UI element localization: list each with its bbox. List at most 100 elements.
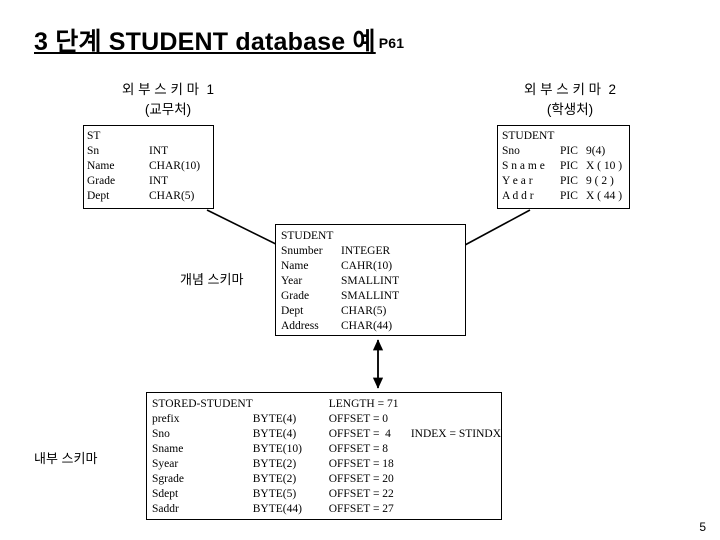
internal-field-type: BYTE(4) bbox=[252, 428, 297, 440]
ext2-field-keyword: PIC bbox=[560, 145, 578, 157]
table-row: Syear BYTE(2) OFFSET = 18 bbox=[152, 457, 501, 472]
table-row: STUDENT bbox=[502, 129, 622, 144]
internal-field-type: BYTE(2) bbox=[252, 458, 297, 470]
table-row: ST bbox=[87, 129, 200, 144]
internal-field-extra bbox=[411, 457, 501, 472]
ext2-field-type: 9(4) bbox=[586, 145, 606, 157]
ext1-field-name: Dept bbox=[87, 190, 110, 202]
internal-field-extra bbox=[411, 442, 501, 457]
ext2-field-name: Sno bbox=[502, 145, 520, 157]
ext1-field-name: Sn bbox=[87, 145, 100, 157]
internal-schema-table: STORED-STUDENT LENGTH = 71 prefix BYTE(4… bbox=[152, 397, 501, 517]
ext2-title: STUDENT bbox=[502, 130, 555, 142]
internal-field-name: Sdept bbox=[152, 488, 179, 500]
internal-field-name: Saddr bbox=[152, 503, 179, 515]
table-row: Sno BYTE(4) OFFSET = 4 INDEX = STINDX bbox=[152, 427, 501, 442]
ext2-field-type: X ( 10 ) bbox=[586, 160, 623, 172]
internal-field-extra bbox=[411, 502, 501, 517]
concept-field-name: Year bbox=[281, 275, 303, 287]
table-row: Sname BYTE(10) OFFSET = 8 bbox=[152, 442, 501, 457]
concept-field-type: SMALLINT bbox=[341, 275, 400, 287]
internal-field-offset: OFFSET = 27 bbox=[328, 503, 394, 515]
page-number: 5 bbox=[699, 520, 706, 534]
concept-field-name: Snumber bbox=[281, 245, 323, 257]
table-row: STUDENT bbox=[281, 229, 399, 244]
internal-field-extra bbox=[411, 487, 501, 502]
ext2-field-type: 9 ( 2 ) bbox=[586, 175, 614, 187]
internal-field-offset: OFFSET = 18 bbox=[328, 458, 394, 470]
table-row: Name CAHR(10) bbox=[281, 259, 399, 274]
internal-field-type: BYTE(5) bbox=[252, 488, 297, 500]
ext2-field-keyword: PIC bbox=[560, 175, 578, 187]
ext1-field-type: CHAR(10) bbox=[149, 160, 201, 172]
table-row: STORED-STUDENT LENGTH = 71 bbox=[152, 397, 501, 412]
concept-field-name: Dept bbox=[281, 305, 304, 317]
internal-field-name: Sgrade bbox=[152, 473, 184, 485]
internal-field-offset: OFFSET = 20 bbox=[328, 473, 394, 485]
ext2-field-name: S n a m e bbox=[502, 160, 545, 172]
table-row: Grade INT bbox=[87, 174, 200, 189]
concept-title: STUDENT bbox=[281, 230, 334, 242]
internal-field-offset: OFFSET = 8 bbox=[328, 443, 389, 455]
ext2-field-keyword: PIC bbox=[560, 190, 578, 202]
table-row: Sn INT bbox=[87, 144, 200, 159]
table-row: Sno PIC 9(4) bbox=[502, 144, 622, 159]
internal-title-right: LENGTH = 71 bbox=[328, 398, 399, 410]
table-row: Address CHAR(44) bbox=[281, 319, 399, 334]
table-row: Snumber INTEGER bbox=[281, 244, 399, 259]
ext2-field-name: Y e a r bbox=[502, 175, 533, 187]
concept-field-name: Name bbox=[281, 260, 309, 272]
conceptual-schema-box: STUDENT Snumber INTEGER Name CAHR(10) Ye… bbox=[275, 224, 466, 336]
ext1-title: ST bbox=[87, 130, 101, 142]
table-row: Sdept BYTE(5) OFFSET = 22 bbox=[152, 487, 501, 502]
internal-field-name: Sno bbox=[152, 428, 170, 440]
table-row: A d d r PIC X ( 44 ) bbox=[502, 189, 622, 204]
ext2-field-name: A d d r bbox=[502, 190, 534, 202]
page-title-main: 3 단계 STUDENT database 예 bbox=[34, 28, 376, 56]
internal-field-type: BYTE(2) bbox=[252, 473, 297, 485]
external-schema-1-box: ST Sn INT Name CHAR(10) Grade INT Dept C… bbox=[83, 125, 214, 209]
internal-title: STORED-STUDENT bbox=[152, 398, 253, 410]
table-row: Sgrade BYTE(2) OFFSET = 20 bbox=[152, 472, 501, 487]
conceptual-schema-label: 개념 스키마 bbox=[180, 272, 244, 287]
ext1-field-type: INT bbox=[149, 175, 169, 187]
table-row: Dept CHAR(5) bbox=[87, 189, 200, 204]
table-row: Grade SMALLINT bbox=[281, 289, 399, 304]
internal-schema-label: 내부 스키마 bbox=[34, 451, 98, 466]
ext1-field-name: Name bbox=[87, 160, 115, 172]
internal-field-extra bbox=[411, 412, 501, 427]
internal-schema-box: STORED-STUDENT LENGTH = 71 prefix BYTE(4… bbox=[146, 392, 502, 520]
ext2-field-type: X ( 44 ) bbox=[586, 190, 623, 202]
concept-field-name: Address bbox=[281, 320, 319, 332]
concept-field-type: CHAR(44) bbox=[341, 320, 393, 332]
ext1-field-type: CHAR(5) bbox=[149, 190, 195, 202]
external-schema-2-table: STUDENT Sno PIC 9(4) S n a m e PIC X ( 1… bbox=[502, 129, 622, 204]
internal-field-offset: OFFSET = 0 bbox=[328, 413, 389, 425]
external-schema-1-table: ST Sn INT Name CHAR(10) Grade INT Dept C… bbox=[87, 129, 200, 204]
table-row: Y e a r PIC 9 ( 2 ) bbox=[502, 174, 622, 189]
table-row: Saddr BYTE(44) OFFSET = 27 bbox=[152, 502, 501, 517]
external-schema-1-heading: 외 부 스 키 마 1 (교무처) bbox=[121, 82, 215, 117]
concept-field-type: CAHR(10) bbox=[341, 260, 393, 272]
table-row: S n a m e PIC X ( 10 ) bbox=[502, 159, 622, 174]
internal-field-name: prefix bbox=[152, 413, 180, 425]
page-title-reference: P61 bbox=[378, 35, 405, 51]
internal-field-type: BYTE(44) bbox=[252, 503, 302, 515]
concept-field-type: INTEGER bbox=[341, 245, 391, 257]
table-row: Name CHAR(10) bbox=[87, 159, 200, 174]
concept-field-type: SMALLINT bbox=[341, 290, 400, 302]
internal-field-extra: INDEX = STINDX bbox=[410, 428, 501, 440]
internal-field-name: Syear bbox=[152, 458, 179, 470]
ext2-field-keyword: PIC bbox=[560, 160, 578, 172]
ext1-field-type: INT bbox=[149, 145, 169, 157]
table-row: Dept CHAR(5) bbox=[281, 304, 399, 319]
internal-field-type: BYTE(4) bbox=[252, 413, 297, 425]
table-row: Year SMALLINT bbox=[281, 274, 399, 289]
page-title: 3 단계 STUDENT database 예 P61 bbox=[34, 22, 404, 58]
external-schema-2-heading: 외 부 스 키 마 2 (학생처) bbox=[523, 82, 617, 117]
table-row: prefix BYTE(4) OFFSET = 0 bbox=[152, 412, 501, 427]
internal-field-offset: OFFSET = 4 bbox=[328, 428, 391, 440]
concept-field-type: CHAR(5) bbox=[341, 305, 387, 317]
conceptual-schema-table: STUDENT Snumber INTEGER Name CAHR(10) Ye… bbox=[281, 229, 399, 334]
internal-field-extra bbox=[411, 472, 501, 487]
